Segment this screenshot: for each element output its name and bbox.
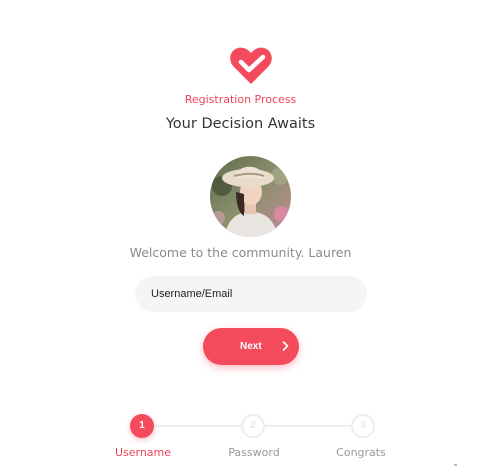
- welcome-message: Welcome to the community. Lauren: [129, 245, 352, 260]
- step-connector: [265, 425, 351, 427]
- step-connector: [155, 425, 241, 427]
- chevron-right-icon: [282, 341, 289, 351]
- corner-divider: [454, 464, 457, 466]
- heart-check-icon: [230, 47, 272, 84]
- step-3-label: Congrats: [336, 446, 386, 459]
- page-title: Your Decision Awaits: [165, 116, 316, 132]
- step-3-indicator[interactable]: 3: [351, 414, 375, 438]
- step-2-indicator[interactable]: 2: [241, 414, 265, 438]
- registration-subtitle: Registration Process: [184, 93, 297, 106]
- step-1-indicator[interactable]: 1: [130, 414, 154, 438]
- step-1-label: Username: [114, 446, 172, 459]
- avatar: [210, 156, 291, 237]
- progress-stepper: 1 2 3 Username Password Congrats: [0, 410, 481, 473]
- next-button-label: Next: [240, 341, 262, 352]
- username-email-input[interactable]: [135, 276, 367, 312]
- user-avatar-photo: [210, 156, 291, 237]
- step-2-label: Password: [228, 446, 280, 459]
- next-button[interactable]: Next: [203, 328, 299, 365]
